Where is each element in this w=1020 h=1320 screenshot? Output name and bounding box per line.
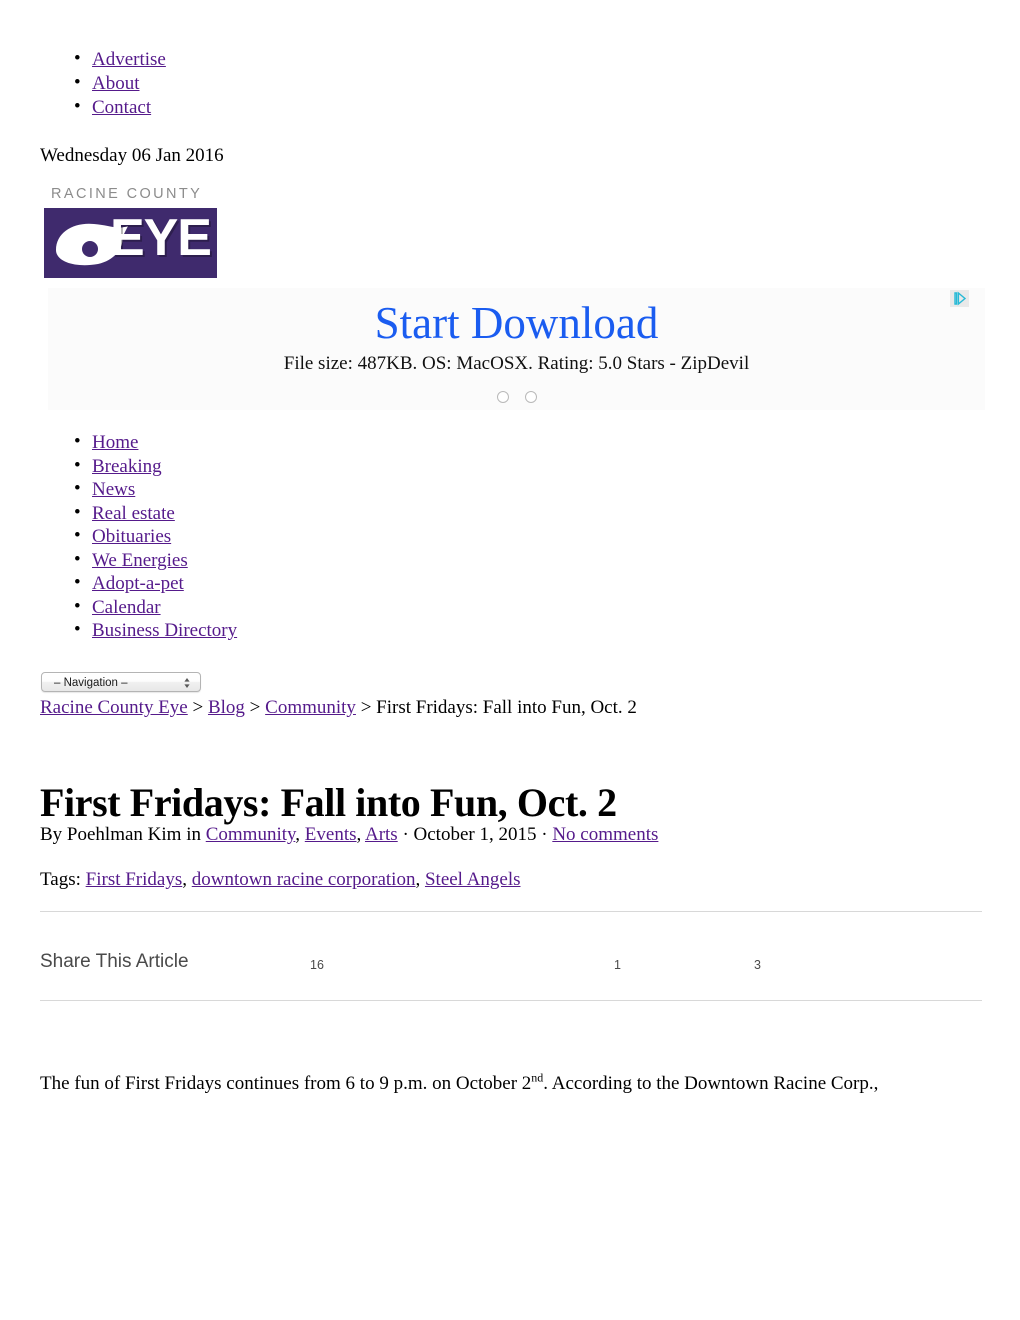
body-text-part-1: The fun of First Fridays continues from … — [40, 1073, 532, 1094]
section-nav-link-business-directory[interactable]: Business Directory — [92, 620, 237, 641]
tag-link-steel-angels[interactable]: Steel Angels — [425, 869, 521, 890]
tags-comma: , — [415, 869, 421, 890]
top-nav-item: About — [40, 71, 166, 96]
breadcrumb-link-community[interactable]: Community — [265, 697, 356, 718]
ad-headline[interactable]: Start Download — [48, 296, 985, 350]
section-nav-link-breaking[interactable]: Breaking — [92, 456, 162, 477]
section-nav-link-adopt-a-pet[interactable]: Adopt-a-pet — [92, 573, 184, 594]
article-byline: By Poehlman Kim in Community, Events, Ar… — [40, 823, 658, 847]
top-nav-item: Contact — [40, 95, 166, 120]
byline-dot: · — [541, 824, 548, 845]
breadcrumb-separator: > — [360, 697, 372, 718]
tag-link-downtown-racine-corporation[interactable]: downtown racine corporation — [192, 869, 416, 890]
share-count-other[interactable]: 3 — [754, 957, 761, 973]
carousel-dot[interactable] — [496, 391, 509, 404]
breadcrumb: Racine County Eye > Blog > Community > F… — [40, 696, 637, 720]
byline-comma: , — [295, 824, 301, 845]
share-count-twitter[interactable]: 1 — [614, 957, 621, 973]
tag-link-first-fridays[interactable]: First Fridays — [86, 869, 183, 890]
section-nav-item: Adopt-a-pet — [40, 571, 237, 596]
site-logo[interactable]: RACINE COUNTY EYE — [44, 184, 217, 278]
body-ordinal-superscript: nd — [531, 1070, 544, 1085]
breadcrumb-separator: > — [192, 697, 204, 718]
stepper-arrows-icon — [184, 678, 190, 688]
top-nav-link-about[interactable]: About — [92, 73, 140, 94]
byline-category-community[interactable]: Community — [206, 824, 296, 845]
section-nav-item: Breaking — [40, 454, 237, 479]
byline-dot: · — [402, 824, 409, 845]
article-tags: Tags: First Fridays, downtown racine cor… — [40, 868, 521, 892]
section-nav-link-home[interactable]: Home — [92, 432, 138, 453]
byline-author-prefix: By Poehlman Kim in — [40, 824, 201, 845]
breadcrumb-link-blog[interactable]: Blog — [208, 697, 245, 718]
breadcrumb-separator: > — [249, 697, 261, 718]
section-nav-link-obituaries[interactable]: Obituaries — [92, 526, 171, 547]
navigation-select[interactable]: – Navigation – — [41, 672, 201, 692]
byline-date: October 1, 2015 — [413, 824, 537, 845]
section-nav-item: Business Directory — [40, 618, 237, 643]
byline-comma: , — [356, 824, 362, 845]
section-nav: Home Breaking News Real estate Obituarie… — [40, 430, 237, 643]
section-nav-item: Real estate — [40, 501, 237, 526]
section-nav-item: Obituaries — [40, 524, 237, 549]
logo-eye-text: EYE — [109, 209, 212, 267]
section-nav-item: Home — [40, 430, 237, 455]
share-section-label: Share This Article — [40, 951, 189, 972]
section-nav-link-real-estate[interactable]: Real estate — [92, 503, 175, 524]
breadcrumb-current-page: First Fridays: Fall into Fun, Oct. 2 — [376, 697, 637, 718]
section-nav-item: We Energies — [40, 548, 237, 573]
adchoices-icon[interactable] — [950, 290, 969, 307]
tags-label: Tags: — [40, 869, 81, 890]
byline-category-events[interactable]: Events — [305, 824, 357, 845]
carousel-dot[interactable] — [524, 391, 537, 404]
breadcrumb-link-home[interactable]: Racine County Eye — [40, 697, 188, 718]
current-date: Wednesday 06 Jan 2016 — [40, 145, 224, 166]
ad-subtext: File size: 487KB. OS: MacOSX. Rating: 5.… — [283, 353, 750, 374]
top-nav-link-advertise[interactable]: Advertise — [92, 49, 166, 70]
section-nav-link-we-energies[interactable]: We Energies — [92, 550, 188, 571]
share-count-facebook[interactable]: 16 — [310, 957, 324, 973]
tags-comma: , — [182, 869, 187, 890]
section-nav-link-calendar[interactable]: Calendar — [92, 597, 161, 618]
section-nav-item: News — [40, 477, 237, 502]
section-nav-link-news[interactable]: News — [92, 479, 135, 500]
divider-above-share — [40, 911, 982, 912]
body-text-part-2: . According to the Downtown Racine Corp.… — [543, 1073, 879, 1094]
byline-category-arts[interactable]: Arts — [365, 824, 398, 845]
advertisement-banner[interactable]: Start Download File size: 487KB. OS: Mac… — [48, 288, 985, 410]
navigation-select-value: – Navigation – — [54, 677, 128, 689]
article-body-paragraph: The fun of First Fridays continues from … — [40, 1071, 990, 1097]
top-nav-item: Advertise — [40, 47, 166, 72]
page-title: First Fridays: Fall into Fun, Oct. 2 — [40, 779, 617, 825]
top-nav-link-contact[interactable]: Contact — [92, 97, 151, 118]
divider-below-share — [40, 1000, 982, 1001]
top-utility-nav: Advertise About Contact — [40, 47, 166, 120]
logo-wordmark-text: RACINE COUNTY — [51, 186, 203, 202]
logo-purple-panel: EYE — [44, 208, 217, 278]
section-nav-item: Calendar — [40, 595, 237, 620]
byline-comments-link[interactable]: No comments — [552, 824, 658, 845]
ad-carousel-dots[interactable] — [48, 388, 985, 404]
